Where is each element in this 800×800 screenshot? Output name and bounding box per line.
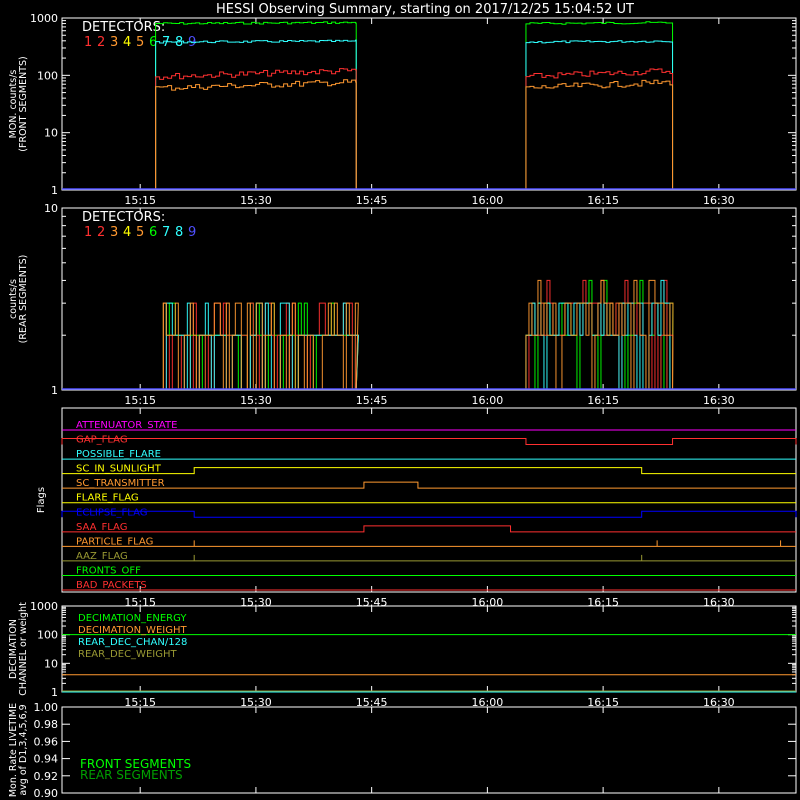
time-tick-label: 16:00 — [472, 194, 504, 207]
y-tick-label: 0.96 — [34, 735, 59, 748]
y-tick-label: 1.00 — [34, 701, 59, 714]
figure-title: HESSI Observing Summary, starting on 201… — [216, 2, 634, 17]
legend-detector-6: 6 — [149, 225, 157, 240]
y-tick-label: 10 — [44, 127, 58, 140]
decimation-legend-4: REAR_DEC_WEIGHT — [78, 649, 177, 660]
time-tick-label: 15:30 — [240, 394, 272, 407]
livetime-legend-2: REAR SEGMENTS — [80, 768, 183, 782]
flag-label: FRONTS_OFF — [76, 565, 141, 576]
flag-label: ATTENUATOR_STATE — [76, 420, 177, 431]
time-tick-label: 15:30 — [240, 194, 272, 207]
legend-detector-8: 8 — [175, 225, 183, 240]
flag-label: POSSIBLE_FLARE — [76, 449, 161, 460]
legend-detector-5: 5 — [136, 35, 144, 50]
time-tick-label: 15:15 — [124, 394, 156, 407]
legend-detector-3: 3 — [110, 35, 118, 50]
flag-label: ECLIPSE_FLAG — [76, 507, 147, 518]
time-tick-label: 16:15 — [587, 394, 619, 407]
flag-label: AAZ_FLAG — [76, 551, 128, 562]
y-tick-label: 10 — [44, 657, 58, 670]
y-tick-label: 1 — [51, 384, 58, 397]
legend-detector-4: 4 — [123, 35, 131, 50]
y-tick-label: 0.90 — [34, 787, 59, 800]
y-tick-label: 0.98 — [34, 718, 59, 731]
legend-detector-2: 2 — [97, 35, 105, 50]
flag-label: BAD_PACKETS — [76, 580, 147, 591]
y-axis-label: (REAR SEGMENTS) — [18, 255, 29, 344]
time-tick-label: 15:15 — [124, 194, 156, 207]
y-tick-label: 10 — [44, 202, 58, 215]
legend-detector-5: 5 — [136, 225, 144, 240]
time-tick-label: 15:45 — [356, 194, 388, 207]
y-tick-label: 1 — [51, 686, 58, 699]
y-tick-label: 0.94 — [34, 753, 59, 766]
y-tick-label: 100 — [37, 629, 58, 642]
legend-detector-1: 1 — [84, 35, 92, 50]
legend-title: DETECTORS: — [82, 20, 165, 35]
legend-detector-7: 7 — [162, 225, 170, 240]
y-axis-label: avg of D1,3,4,5,6,9 — [18, 704, 29, 795]
time-tick-label: 16:00 — [472, 394, 504, 407]
flag-label: FLARE_FLAG — [76, 493, 139, 504]
flag-label: GAP_FLAG — [76, 435, 128, 446]
legend-detector-4: 4 — [123, 225, 131, 240]
legend-title: DETECTORS: — [82, 210, 165, 225]
flag-label: PARTICLE_FLAG — [76, 536, 153, 547]
time-tick-label: 15:45 — [356, 394, 388, 407]
y-axis-label: (FRONT SEGMENTS) — [18, 56, 29, 151]
y-tick-label: 0.92 — [34, 770, 59, 783]
legend-detector-8: 8 — [175, 35, 183, 50]
y-tick-label: 100 — [37, 69, 58, 82]
flag-label: SC_TRANSMITTER — [76, 478, 165, 489]
time-tick-label: 16:30 — [703, 194, 735, 207]
y-axis-label: CHANNEL or weight — [18, 602, 29, 696]
legend-detector-2: 2 — [97, 225, 105, 240]
decimation-legend-3: REAR_DEC_CHAN/128 — [78, 637, 187, 648]
y-tick-label: 1 — [51, 184, 58, 197]
decimation-legend-2: DECIMATION_WEIGHT — [78, 625, 187, 636]
flag-label: SAA_FLAG — [76, 522, 127, 533]
legend-detector-3: 3 — [110, 225, 118, 240]
y-axis-label: Flags — [36, 487, 47, 513]
flag-label: SC_IN_SUNLIGHT — [76, 464, 162, 475]
hessi-summary-figure: HESSI Observing Summary, starting on 201… — [0, 0, 800, 800]
y-tick-label: 1000 — [30, 600, 58, 613]
y-tick-label: 1000 — [30, 12, 58, 25]
time-tick-label: 16:15 — [587, 194, 619, 207]
legend-detector-1: 1 — [84, 225, 92, 240]
legend-detector-9: 9 — [188, 225, 196, 240]
decimation-legend-1: DECIMATION_ENERGY — [78, 613, 187, 624]
time-tick-label: 16:30 — [703, 394, 735, 407]
